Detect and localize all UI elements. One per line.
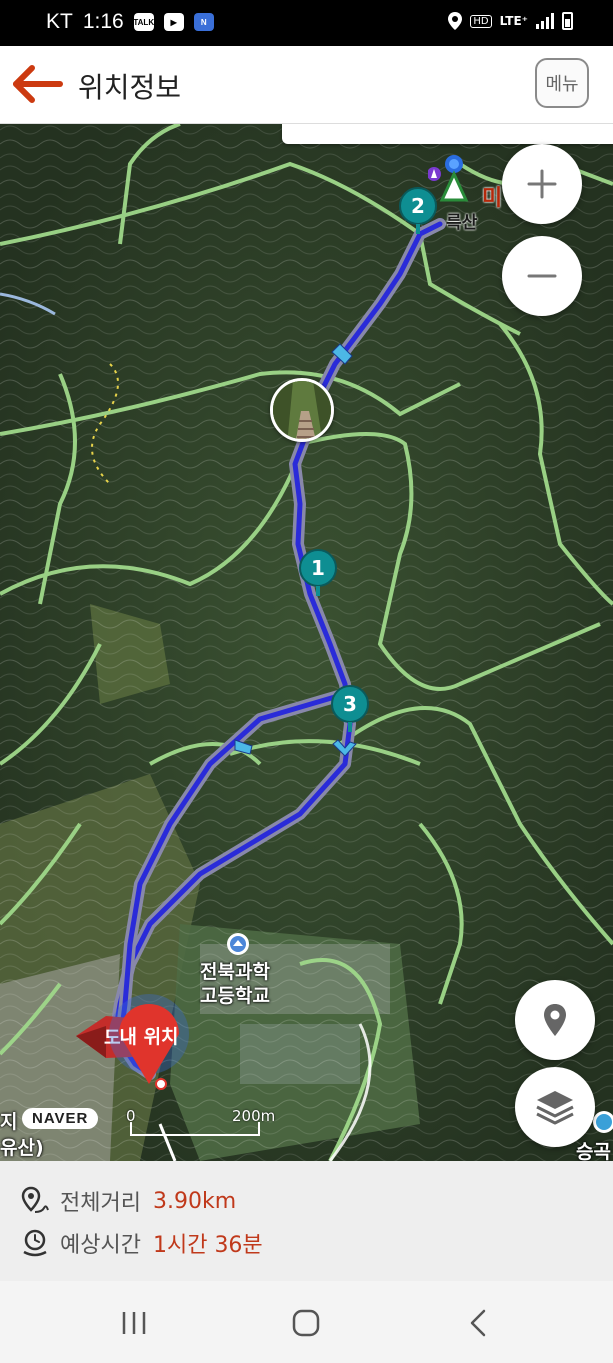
duration-label: 예상시간 bbox=[60, 1233, 141, 1258]
page-title: 위치정보 bbox=[78, 71, 182, 104]
school-label-line1: 전북과학 bbox=[200, 961, 270, 983]
waypoint-label: 2 bbox=[411, 194, 425, 218]
arrow-left-icon bbox=[13, 65, 63, 103]
naver-attribution[interactable]: NAVER bbox=[22, 1108, 99, 1129]
my-location-label: 내 위치 bbox=[119, 1026, 179, 1048]
battery-icon bbox=[562, 12, 573, 30]
waypoint-1[interactable]: 1 bbox=[298, 548, 338, 600]
duration-value: 1시간 36분 bbox=[152, 1233, 263, 1258]
school-label-line2: 고등학교 bbox=[200, 985, 270, 1007]
distance-value: 3.90km bbox=[152, 1188, 237, 1214]
recent-apps-button[interactable] bbox=[104, 1301, 164, 1345]
news-icon: N bbox=[193, 13, 214, 31]
peak-label-partial: 미 bbox=[482, 186, 503, 211]
waypoint-label: 3 bbox=[343, 692, 357, 716]
layers-icon bbox=[536, 1091, 574, 1125]
left-edge-label-1: 지 bbox=[0, 1111, 18, 1133]
right-edge-poi-icon bbox=[593, 1111, 613, 1133]
distance-row: 전체거리 3.90km bbox=[20, 1185, 236, 1217]
zoom-out-button[interactable] bbox=[502, 236, 582, 316]
system-nav-bar bbox=[0, 1281, 613, 1363]
distance-label: 전체거리 bbox=[60, 1191, 141, 1216]
status-bar: KT 1:16 TALK ▶ N HD LTE⁺ bbox=[0, 0, 613, 46]
back-icon bbox=[470, 1309, 486, 1337]
lte-indicator: LTE⁺ bbox=[499, 14, 528, 28]
distance-icon bbox=[21, 1186, 49, 1213]
carrier-label: KT bbox=[46, 10, 73, 33]
peak-label-tail: 륵산 bbox=[446, 213, 478, 233]
route-info-panel: 전체거리 3.90km 예상시간 1시간 36분 bbox=[0, 1161, 613, 1281]
clock-icon bbox=[23, 1229, 47, 1257]
system-back-button[interactable] bbox=[448, 1301, 508, 1345]
waypoint-3[interactable]: 3 bbox=[330, 684, 370, 736]
menu-button[interactable]: 메뉴 bbox=[535, 58, 589, 108]
clock: 1:16 bbox=[82, 10, 124, 33]
school-icon bbox=[227, 933, 249, 955]
location-icon bbox=[448, 12, 463, 30]
map-search-strip[interactable] bbox=[282, 124, 613, 144]
scale-start-label: 0 bbox=[126, 1107, 136, 1125]
status-right: HD LTE⁺ bbox=[448, 12, 573, 30]
minus-icon bbox=[527, 274, 557, 278]
map-pin-icon bbox=[544, 1004, 566, 1036]
waypoint-label: 1 bbox=[311, 556, 325, 580]
my-location-marker[interactable]: 내 위치 bbox=[106, 994, 192, 1094]
school-poi[interactable]: 전북과학 고등학교 bbox=[200, 932, 290, 1008]
duration-row: 예상시간 1시간 36분 bbox=[20, 1227, 263, 1259]
app-bar: 위치정보 메뉴 bbox=[0, 46, 613, 124]
map-layers-button[interactable] bbox=[515, 1067, 595, 1147]
home-button[interactable] bbox=[276, 1301, 336, 1345]
right-edge-label: 승곡 bbox=[576, 1141, 611, 1161]
left-edge-label-2: 유산) bbox=[0, 1137, 44, 1159]
status-left: KT 1:16 TALK ▶ N bbox=[46, 10, 214, 34]
hd-indicator: HD bbox=[470, 14, 492, 28]
home-icon bbox=[292, 1309, 320, 1337]
recent-apps-icon bbox=[122, 1312, 146, 1334]
zoom-in-button[interactable] bbox=[502, 144, 582, 224]
current-location-button[interactable] bbox=[515, 980, 595, 1060]
signal-icon bbox=[536, 13, 554, 29]
map-view[interactable]: 미 륵산 2 1 3 전북과학 고등학교 도착 내 위치 지 유산) 승곡 NA… bbox=[0, 124, 613, 1161]
trail-photo-marker[interactable] bbox=[270, 378, 334, 442]
back-button[interactable] bbox=[12, 64, 64, 104]
plus-icon bbox=[527, 169, 557, 199]
kakaotalk-icon: TALK bbox=[133, 13, 154, 31]
scale-end-label: 200m bbox=[232, 1107, 276, 1125]
youtube-icon: ▶ bbox=[163, 13, 184, 31]
waypoint-2[interactable]: 2 bbox=[398, 186, 438, 238]
